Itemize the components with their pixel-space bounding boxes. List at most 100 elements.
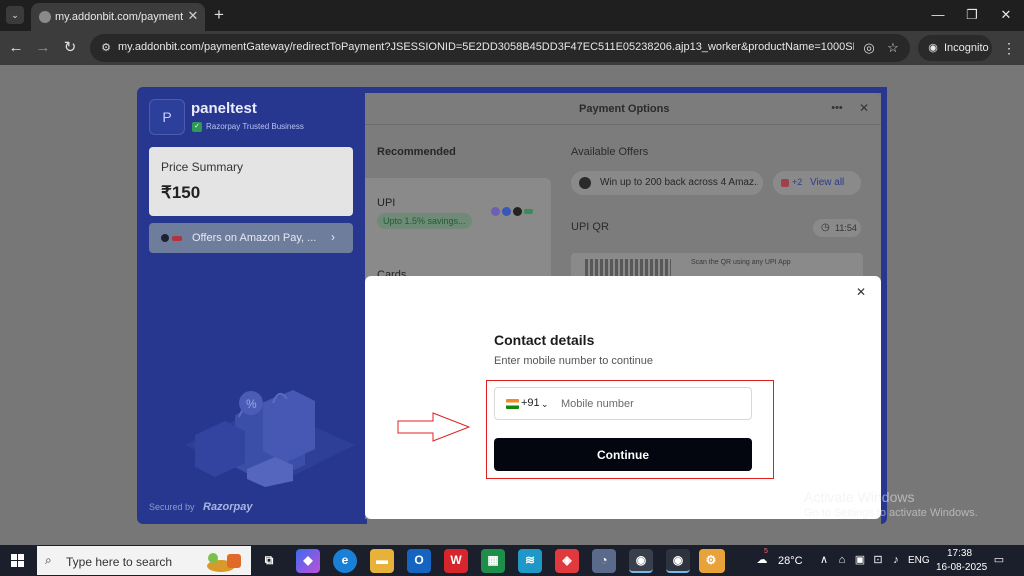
- checkout-frame-right: [881, 87, 887, 524]
- offer-chip[interactable]: Win up to 200 back across 4 Amaz...: [571, 171, 763, 195]
- anydesk-icon: ◈: [562, 553, 572, 567]
- india-flag-icon[interactable]: [506, 399, 519, 409]
- offer-text: Win up to 200 back across 4 Amaz...: [600, 177, 758, 188]
- taskbar-search-placeholder: Type here to search: [66, 555, 173, 569]
- utility-app[interactable]: ◔: [592, 549, 616, 573]
- clock-time[interactable]: 17:38: [947, 548, 972, 559]
- shopping-bags-illustration: %: [185, 390, 355, 487]
- activate-windows-title: Activate Windows: [804, 489, 915, 505]
- contact-details-modal: ✕ Contact details Enter mobile number to…: [365, 276, 881, 519]
- meet-now-icon[interactable]: ▣: [853, 553, 867, 567]
- qr-hint-text: Scan the QR using any UPI App: [691, 259, 791, 266]
- page-viewport: P paneltest ✓ Razorpay Trusted Business …: [0, 65, 1024, 545]
- incognito-badge[interactable]: ◉ Incognito: [918, 35, 992, 61]
- layers-icon: ≋: [524, 553, 536, 567]
- offer-provider-icon: [781, 179, 789, 187]
- browser-menu-icon[interactable]: ⋮: [1000, 39, 1018, 57]
- clock-date[interactable]: 16-08-2025: [936, 562, 987, 573]
- continue-button[interactable]: Continue: [494, 438, 752, 471]
- modal-subtitle: Enter mobile number to continue: [494, 355, 653, 367]
- url-text[interactable]: my.addonbit.com/paymentGateway/redirectT…: [118, 41, 854, 57]
- bookmark-star-icon[interactable]: ☆: [884, 39, 902, 57]
- offers-button[interactable]: Offers on Amazon Pay, ... ›: [149, 223, 353, 253]
- timer-text: 11:54: [835, 223, 857, 233]
- close-window-icon[interactable]: ✕: [988, 4, 1024, 26]
- reload-icon[interactable]: ↻: [60, 38, 80, 58]
- spreadsheet-app[interactable]: ▦: [481, 549, 505, 573]
- incognito-icon: ◉: [928, 42, 938, 54]
- copilot-app[interactable]: ◆: [296, 549, 320, 573]
- edge-app[interactable]: e: [333, 549, 357, 573]
- gauge-icon: ◔: [600, 553, 608, 567]
- volume-icon[interactable]: ♪: [889, 553, 903, 567]
- price-amount: ₹150: [161, 183, 201, 202]
- edge-icon: e: [341, 553, 349, 567]
- taskbar-search-box[interactable]: ⌕ Type here to search: [37, 546, 251, 575]
- browser-tab[interactable]: my.addonbit.com/paymentGateway ✕: [31, 3, 205, 31]
- merchant-name: paneltest: [191, 100, 257, 117]
- available-offers-heading: Available Offers: [571, 146, 649, 158]
- gear-icon: ⚙: [705, 553, 717, 567]
- chrome-icon: ◉: [635, 553, 647, 567]
- layers-app[interactable]: ≋: [518, 549, 542, 573]
- payment-options-title: Payment Options: [579, 103, 670, 115]
- chevron-right-icon: ›: [331, 230, 335, 244]
- address-bar[interactable]: ⚙ my.addonbit.com/paymentGateway/redirec…: [90, 34, 910, 62]
- trusted-business-label: Razorpay Trusted Business: [206, 122, 304, 131]
- tab-search-chevron-icon[interactable]: ⌄: [6, 6, 24, 24]
- upi-qr-heading: UPI QR: [571, 221, 609, 233]
- notifications-icon[interactable]: ▭: [992, 553, 1006, 567]
- task-view-button[interactable]: ⧉: [257, 549, 281, 573]
- offer-logo-icon: [579, 177, 591, 189]
- weather-temperature[interactable]: 28°C: [778, 555, 803, 567]
- modal-close-icon[interactable]: ✕: [854, 285, 868, 299]
- search-highlight-illustration: [207, 553, 241, 572]
- copilot-icon: ◆: [303, 553, 313, 567]
- outlook-app[interactable]: O: [407, 549, 431, 573]
- tab-close-icon[interactable]: ✕: [185, 8, 201, 24]
- new-tab-plus-icon[interactable]: +: [210, 6, 228, 24]
- network-icon[interactable]: ⊡: [871, 553, 885, 567]
- payment-methods-list: UPI Upto 1.5% savings... Cards: [365, 178, 551, 281]
- globe-icon: [39, 11, 51, 23]
- start-button[interactable]: [0, 545, 36, 576]
- eye-off-icon[interactable]: ◎: [860, 39, 878, 57]
- mobile-number-input[interactable]: [557, 389, 747, 418]
- restore-icon[interactable]: ❐: [954, 4, 990, 26]
- upi-app-icons: [491, 207, 537, 217]
- chevron-down-icon[interactable]: ⌄: [541, 397, 551, 411]
- settings-app[interactable]: ⚙: [699, 549, 725, 573]
- forward-arrow-icon[interactable]: →: [33, 38, 53, 58]
- spreadsheet-icon: ▦: [487, 553, 499, 567]
- tray-app-icon[interactable]: ⌂: [835, 553, 849, 567]
- svg-text:%: %: [246, 397, 257, 411]
- wps-office-app[interactable]: W: [444, 549, 468, 573]
- chrome-profile-app[interactable]: ◉: [666, 549, 690, 573]
- incognito-label: Incognito: [944, 42, 989, 54]
- merchant-logo: P: [149, 99, 185, 135]
- anydesk-app[interactable]: ◈: [555, 549, 579, 573]
- upi-method-label[interactable]: UPI: [377, 197, 395, 209]
- more-options-icon[interactable]: •••: [829, 101, 845, 115]
- search-icon: ⌕: [45, 553, 52, 567]
- header-divider: [365, 124, 881, 125]
- windows-logo-icon: [11, 554, 24, 567]
- back-arrow-icon[interactable]: ←: [6, 38, 26, 58]
- minimize-icon[interactable]: —: [920, 4, 956, 26]
- chrome-incognito-app[interactable]: ◉: [629, 549, 653, 573]
- folder-icon: ▬: [376, 553, 388, 567]
- offer-provider-icon: [161, 233, 183, 243]
- site-settings-icon[interactable]: ⚙: [98, 40, 114, 56]
- modal-title: Contact details: [494, 332, 595, 348]
- language-indicator[interactable]: ENG: [908, 555, 930, 566]
- price-summary-title: Price Summary: [161, 160, 244, 174]
- chevron-up-icon[interactable]: ∧: [817, 553, 831, 567]
- outlook-icon: O: [414, 553, 424, 567]
- view-all-offers-button[interactable]: +2 View all: [773, 171, 861, 195]
- task-view-icon: ⧉: [264, 553, 274, 567]
- file-explorer-app[interactable]: ▬: [370, 549, 394, 573]
- country-code[interactable]: +91: [521, 397, 540, 409]
- checkout-close-icon[interactable]: ✕: [857, 101, 871, 115]
- weather-cloud-icon[interactable]: ☁: [755, 553, 769, 567]
- price-summary-card: Price Summary ₹150: [149, 147, 353, 216]
